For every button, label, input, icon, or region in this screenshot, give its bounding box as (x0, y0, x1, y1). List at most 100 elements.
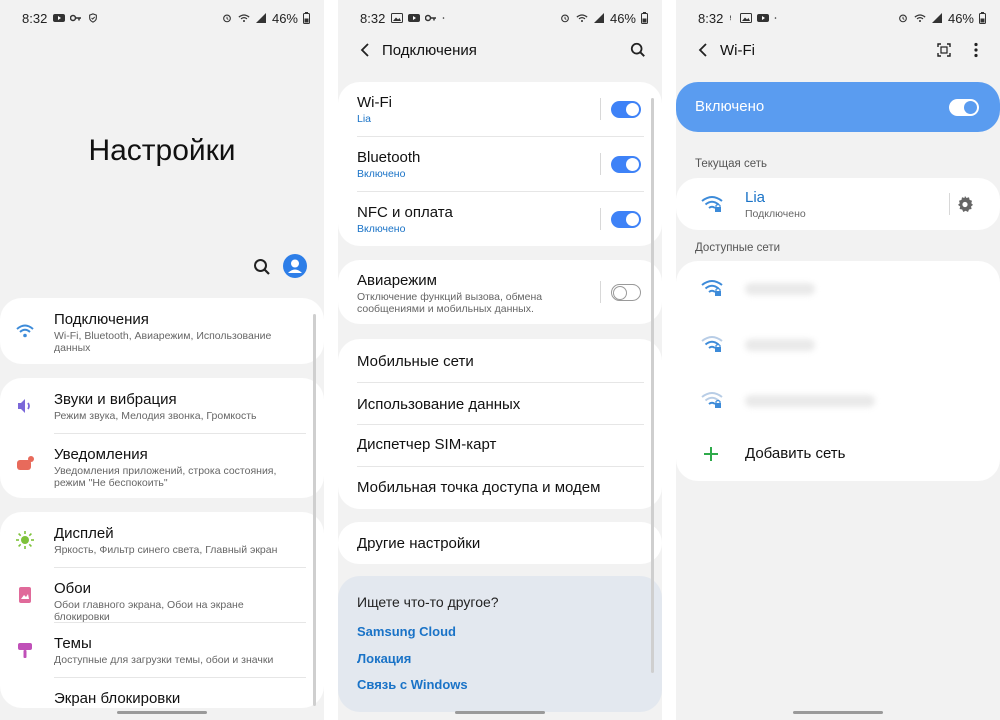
settings-item-label: Темы (54, 635, 92, 652)
wifi-lock-icon (701, 280, 723, 296)
nfc-toggle[interactable] (611, 211, 641, 228)
wifi-row[interactable]: Wi-Fi Lia (338, 82, 662, 137)
row-label: Bluetooth (357, 149, 421, 166)
wifi-status-icon (238, 14, 250, 23)
row-label: Авиарежим (357, 272, 437, 289)
settings-item-sub: Доступные для загрузки темы, обои и знач… (54, 654, 274, 666)
add-network-label: Добавить сеть (745, 445, 846, 462)
network-name-redacted (745, 283, 815, 295)
search-icon[interactable] (253, 258, 271, 276)
bluetooth-toggle[interactable] (611, 156, 641, 173)
other-settings-card: Другие настройки (338, 522, 662, 564)
airplane-toggle[interactable] (611, 284, 641, 301)
network-menu-card: Мобильные сети Использование данных Дисп… (338, 339, 662, 509)
airplane-row[interactable]: Авиарежим Отключение функций вызова, обм… (338, 260, 662, 324)
menu-item-label: Использование данных (357, 396, 521, 413)
dot-icon (443, 17, 445, 19)
row-label: Wi-Fi (357, 94, 392, 111)
search-icon (630, 42, 645, 57)
status-bar: 8:32 46% (0, 0, 324, 36)
menu-item-hotspot[interactable]: Мобильная точка доступа и модем (338, 467, 662, 509)
menu-item-label: Мобильная точка доступа и модем (357, 479, 601, 496)
settings-item-notifications[interactable]: Уведомления Уведомления приложений, стро… (0, 434, 324, 498)
master-toggle-knob (964, 101, 977, 114)
settings-item-lockscreen[interactable]: Экран блокировки (0, 678, 324, 708)
settings-item-sub: Яркость, Фильтр синего света, Главный эк… (54, 544, 278, 556)
settings-item-sub: Wi-Fi, Bluetooth, Авиарежим, Использован… (54, 330, 272, 354)
gallery-icon (740, 13, 753, 23)
row-sub: Отключение функций вызова, обмена сообще… (357, 291, 543, 315)
settings-screen: 8:32 46% Настройки Подключения Wi-Fi, Bl… (0, 0, 324, 720)
master-toggle[interactable] (949, 99, 979, 116)
dot-icon (775, 17, 777, 19)
row-sub: Включено (357, 168, 406, 180)
profile-icon[interactable] (283, 254, 307, 278)
gear-icon[interactable] (956, 195, 974, 213)
master-label: Включено (695, 98, 765, 115)
alarm-icon (899, 14, 907, 23)
home-indicator (117, 711, 207, 714)
toggle-separator (600, 208, 601, 230)
status-time: 8:32 (22, 10, 48, 26)
qr-scan-button[interactable] (934, 40, 954, 60)
wifi-status-icon (914, 14, 926, 23)
page-title: Подключения (382, 42, 477, 59)
menu-item-data-usage[interactable]: Использование данных (338, 383, 662, 424)
gallery-icon (391, 13, 404, 23)
plus-icon (704, 447, 718, 461)
alarm-icon (561, 14, 569, 23)
battery-level: 46% (947, 10, 974, 26)
exclamation-icon (730, 15, 732, 21)
menu-item-label: Диспетчер SIM-карт (357, 436, 497, 453)
back-arrow-icon[interactable] (694, 41, 712, 59)
nfc-row[interactable]: NFC и оплата Включено (338, 192, 662, 246)
menu-item-label: Мобильные сети (357, 353, 474, 370)
menu-item-mobile-networks[interactable]: Мобильные сети (338, 339, 662, 382)
qr-scan-icon (937, 43, 951, 57)
key-icon (70, 14, 82, 22)
link-samsung-cloud[interactable]: Samsung Cloud (357, 624, 456, 639)
network-row[interactable] (676, 261, 1000, 317)
youtube-icon (53, 14, 66, 22)
network-row[interactable] (676, 373, 1000, 429)
display-card: Дисплей Яркость, Фильтр синего света, Гл… (0, 512, 324, 708)
settings-item-sounds[interactable]: Звуки и вибрация Режим звука, Мелодия зв… (0, 378, 324, 434)
settings-item-connections[interactable]: Подключения Wi-Fi, Bluetooth, Авиарежим,… (0, 298, 324, 364)
settings-item-wallpaper[interactable]: Обои Обои главного экрана, Обои на экран… (0, 568, 324, 623)
current-network-row[interactable]: Lia Подключено (676, 178, 1000, 230)
scrollbar[interactable] (313, 314, 316, 706)
wifi-toggle[interactable] (611, 101, 641, 118)
status-time: 8:32 (360, 10, 386, 26)
back-arrow-icon[interactable] (356, 41, 374, 59)
themes-icon (18, 643, 32, 658)
settings-item-label: Подключения (54, 311, 149, 328)
separator (949, 193, 950, 215)
page-title: Настройки (88, 134, 236, 167)
wifi-master-switch[interactable]: Включено (676, 82, 1000, 132)
search-button[interactable] (628, 40, 648, 60)
status-time: 8:32 (698, 10, 724, 26)
link-location[interactable]: Локация (357, 651, 411, 666)
status-bar: 8:32 46% (676, 0, 1000, 36)
settings-item-display[interactable]: Дисплей Яркость, Фильтр синего света, Гл… (0, 512, 324, 568)
menu-item-label: Другие настройки (357, 535, 481, 552)
settings-item-label: Уведомления (54, 446, 148, 463)
menu-item-other-settings[interactable]: Другие настройки (338, 522, 662, 564)
settings-item-themes[interactable]: Темы Доступные для загрузки темы, обои и… (0, 623, 324, 678)
current-network-status: Подключено (745, 208, 806, 220)
bluetooth-row[interactable]: Bluetooth Включено (338, 137, 662, 192)
link-windows[interactable]: Связь с Windows (357, 677, 468, 692)
signal-icon (593, 13, 604, 23)
add-network-row[interactable]: Добавить сеть (676, 429, 1000, 481)
battery-level: 46% (609, 10, 636, 26)
more-options-button[interactable] (966, 40, 986, 60)
scrollbar[interactable] (651, 98, 654, 673)
wifi-lock-icon (701, 336, 723, 352)
youtube-icon (757, 14, 770, 22)
available-networks-card: Добавить сеть (676, 261, 1000, 481)
connections-screen: 8:32 46% Подключения Wi-Fi Lia Bluetooth… (338, 0, 662, 720)
network-name-redacted (745, 395, 875, 407)
network-row[interactable] (676, 317, 1000, 373)
wifi-lock-icon (701, 392, 723, 408)
menu-item-sim-manager[interactable]: Диспетчер SIM-карт (338, 425, 662, 466)
